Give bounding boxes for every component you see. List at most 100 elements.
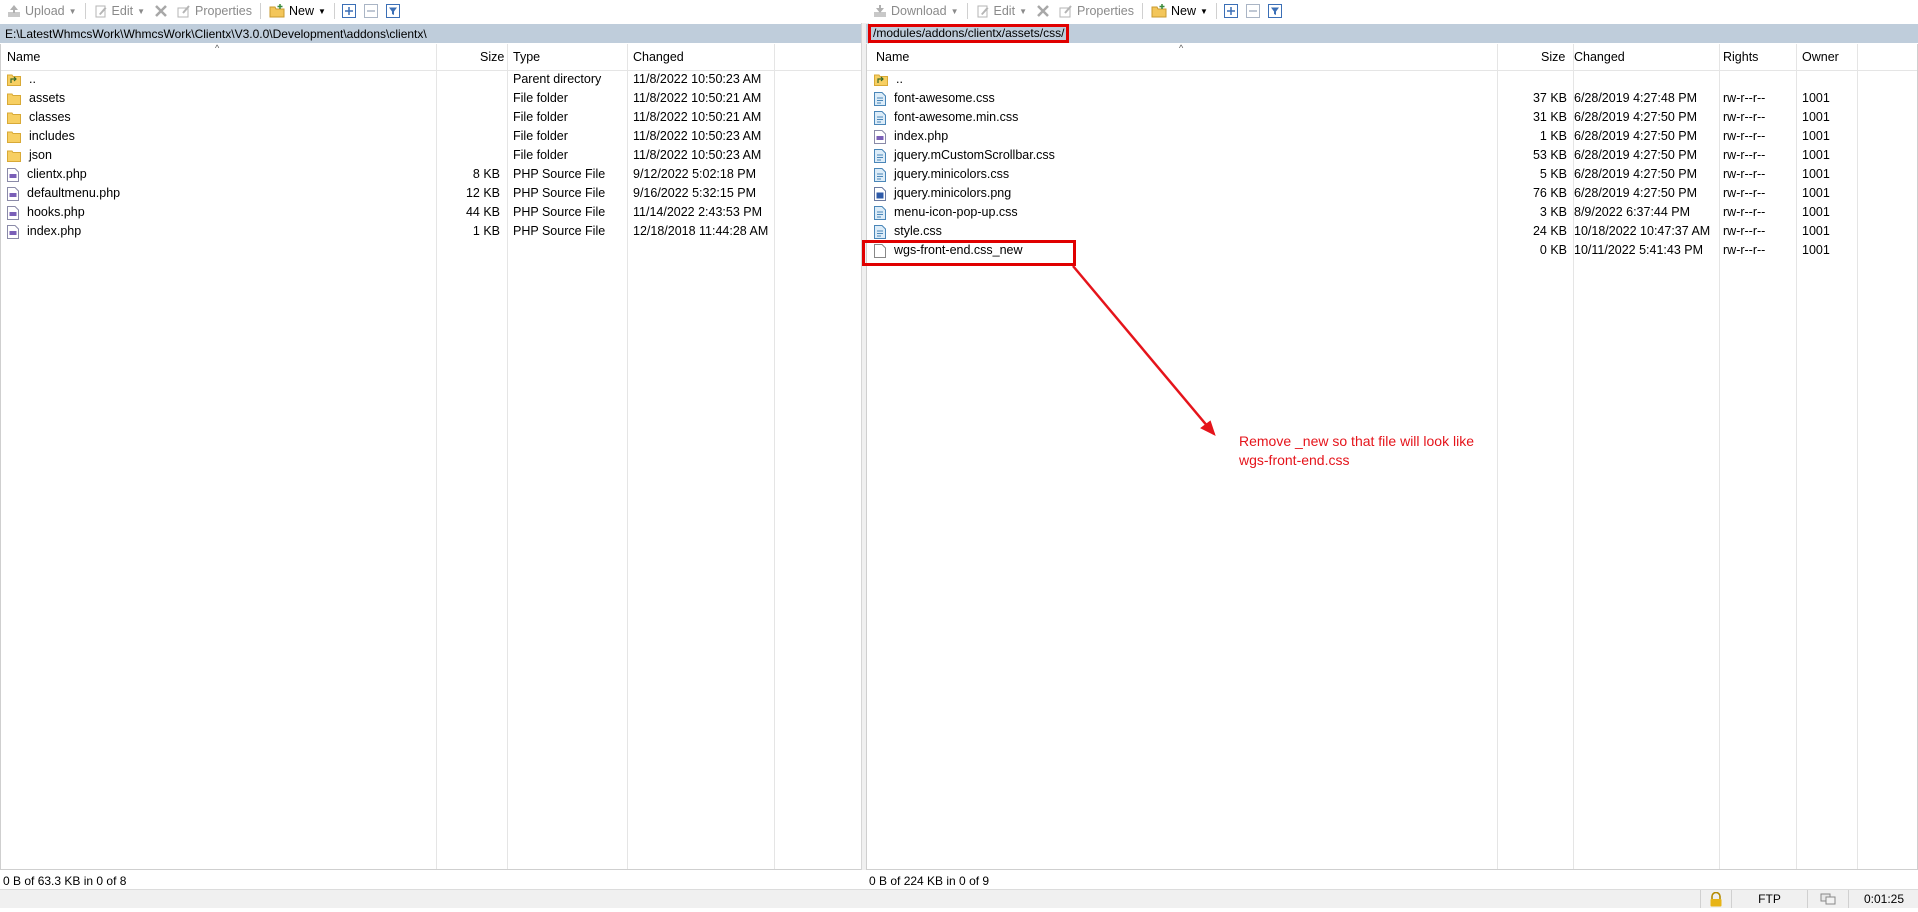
download-button[interactable]: Download ▼ xyxy=(868,1,964,21)
remote-status: 0 B of 224 KB in 0 of 9 xyxy=(866,872,1918,890)
local-path-bar[interactable]: E:\LatestWhmcsWork\WhmcsWork\Clientx\V3.… xyxy=(0,24,864,43)
table-row[interactable]: menu-icon-pop-up.css 3 KB 8/9/2022 6:37:44… xyxy=(867,203,1917,222)
table-row[interactable]: defaultmenu.php 12 KB PHP Source File 9/16/… xyxy=(1,184,863,203)
file-changed-cell: 9/12/2022 5:02:18 PM xyxy=(633,167,757,181)
table-row[interactable]: assets File folder 11/8/2022 10:50:21 AM xyxy=(1,89,863,108)
protocol-indicator: FTP xyxy=(1731,890,1807,908)
select-files-button[interactable] xyxy=(339,1,359,21)
file-changed-cell: 8/9/2022 6:37:44 PM xyxy=(1574,205,1691,219)
table-row[interactable]: index.php 1 KB 6/28/2019 4:27:50 PM rw-r--r… xyxy=(867,127,1917,146)
file-rights-cell: rw-r--r-- xyxy=(1723,91,1766,105)
file-name-cell: index.php xyxy=(874,127,948,146)
file-name: menu-icon-pop-up.css xyxy=(894,205,1018,219)
file-changed-cell: 6/28/2019 4:27:48 PM xyxy=(1574,91,1698,105)
file-size-cell: 31 KB xyxy=(1532,110,1567,124)
table-row[interactable]: .. Parent directory 11/8/2022 10:50:23 AM xyxy=(1,70,863,89)
upload-button[interactable]: Upload ▼ xyxy=(2,1,82,21)
remote-rows: .. font-awesome.css 37 KB 6/28/2019 4:27:48… xyxy=(867,70,1917,260)
toolbar-separator xyxy=(260,3,261,19)
new-button[interactable]: New ▼ xyxy=(264,1,331,21)
column-header-size[interactable]: Size xyxy=(480,50,504,64)
delete-button[interactable] xyxy=(151,1,171,21)
local-status: 0 B of 63.3 KB in 0 of 8 xyxy=(0,872,864,890)
lock-icon xyxy=(1700,890,1731,908)
edit-icon xyxy=(977,5,989,18)
file-rights-cell: rw-r--r-- xyxy=(1723,167,1766,181)
file-size-cell: 1 KB xyxy=(472,224,500,238)
edit-button[interactable]: Edit ▼ xyxy=(971,1,1032,21)
local-path[interactable]: E:\LatestWhmcsWork\WhmcsWork\Clientx\V3.… xyxy=(5,27,427,41)
file-changed-cell: 6/28/2019 4:27:50 PM xyxy=(1574,110,1698,124)
table-row[interactable]: font-awesome.min.css 31 KB 6/28/2019 4:27:… xyxy=(867,108,1917,127)
table-row[interactable]: jquery.minicolors.css 5 KB 6/28/2019 4:27:… xyxy=(867,165,1917,184)
file-size-cell: 44 KB xyxy=(465,205,500,219)
filter-button[interactable] xyxy=(383,1,403,21)
table-row[interactable]: json File folder 11/8/2022 10:50:23 AM xyxy=(1,146,863,165)
file-changed-cell: 11/8/2022 10:50:21 AM xyxy=(633,91,762,105)
file-name: jquery.mCustomScrollbar.css xyxy=(894,148,1055,162)
remote-path-bar[interactable]: /modules/addons/clientx/assets/css/ xyxy=(866,24,1918,43)
file-name-cell: classes xyxy=(7,108,71,127)
column-header-size[interactable]: Size xyxy=(1541,50,1565,64)
chevron-down-icon: ▼ xyxy=(137,6,146,16)
file-changed-cell: 9/16/2022 5:32:15 PM xyxy=(633,186,757,200)
table-row[interactable]: jquery.mCustomScrollbar.css 53 KB 6/28/201… xyxy=(867,146,1917,165)
properties-button[interactable]: Properties xyxy=(172,1,257,21)
php-file-icon xyxy=(7,186,23,201)
table-row[interactable]: clientx.php 8 KB PHP Source File 9/12/2022 … xyxy=(1,165,863,184)
delete-button[interactable] xyxy=(1033,1,1053,21)
filter-button[interactable] xyxy=(1265,1,1285,21)
file-size-cell: 53 KB xyxy=(1532,148,1567,162)
column-header-changed[interactable]: Changed xyxy=(633,50,684,64)
column-header-changed[interactable]: Changed xyxy=(1574,50,1625,64)
file-name: jquery.minicolors.css xyxy=(894,167,1010,181)
table-row[interactable]: classes File folder 11/8/2022 10:50:21 AM xyxy=(1,108,863,127)
css-file-icon xyxy=(874,167,890,182)
table-row[interactable]: font-awesome.css 37 KB 6/28/2019 4:27:48 P… xyxy=(867,89,1917,108)
unselect-files-button[interactable] xyxy=(1243,1,1263,21)
filter-icon xyxy=(385,4,400,18)
unselect-files-button[interactable] xyxy=(361,1,381,21)
file-type-cell: PHP Source File xyxy=(513,205,606,219)
table-row[interactable]: style.css 24 KB 10/18/2022 10:47:37 AM rw-r… xyxy=(867,222,1917,241)
toolbar-separator xyxy=(84,3,86,19)
table-row[interactable]: includes File folder 11/8/2022 10:50:23 AM xyxy=(1,127,863,146)
file-owner-cell: 1001 xyxy=(1802,243,1830,257)
select-files-button[interactable] xyxy=(1221,1,1241,21)
local-file-list[interactable]: ^ Name Size Type Changed .. Parent direct… xyxy=(0,44,864,870)
properties-button[interactable]: Properties xyxy=(1054,1,1139,21)
php-file-icon xyxy=(874,129,890,144)
table-row[interactable]: index.php 1 KB PHP Source File 12/18/2018 1… xyxy=(1,222,863,241)
column-header-rights[interactable]: Rights xyxy=(1723,50,1758,64)
chevron-down-icon: ▼ xyxy=(1199,6,1208,16)
file-name-cell: json xyxy=(7,146,52,165)
column-header-owner[interactable]: Owner xyxy=(1802,50,1839,64)
file-owner-cell: 1001 xyxy=(1802,167,1830,181)
local-pane: Upload ▼ Edit ▼ Properties New ▼ E:\Late… xyxy=(0,0,864,908)
edit-button[interactable]: Edit ▼ xyxy=(89,1,150,21)
table-row[interactable]: jquery.minicolors.png 76 KB 6/28/2019 4:27… xyxy=(867,184,1917,203)
column-header-name[interactable]: Name xyxy=(876,50,909,64)
file-name-cell: clientx.php xyxy=(7,165,87,184)
file-type-cell: File folder xyxy=(513,129,568,143)
php-file-icon xyxy=(7,167,23,182)
file-size-cell: 0 KB xyxy=(1539,243,1567,257)
new-button[interactable]: New ▼ xyxy=(1146,1,1213,21)
php-file-icon xyxy=(7,224,23,239)
file-name-cell: hooks.php xyxy=(7,203,85,222)
file-name-cell: jquery.mCustomScrollbar.css xyxy=(874,146,1055,165)
file-size-cell: 37 KB xyxy=(1532,91,1567,105)
file-name-cell: font-awesome.css xyxy=(874,89,995,108)
chevron-down-icon: ▼ xyxy=(950,6,959,16)
file-owner-cell: 1001 xyxy=(1802,186,1830,200)
table-row[interactable]: hooks.php 44 KB PHP Source File 11/14/2022 … xyxy=(1,203,863,222)
local-rows: .. Parent directory 11/8/2022 10:50:23 AM a… xyxy=(1,70,863,241)
table-row[interactable]: .. xyxy=(867,70,1917,89)
file-changed-cell: 6/28/2019 4:27:50 PM xyxy=(1574,148,1698,162)
file-name: json xyxy=(29,148,52,162)
chevron-down-icon: ▼ xyxy=(68,6,77,16)
remote-path[interactable]: /modules/addons/clientx/assets/css/ xyxy=(868,24,1070,43)
column-header-name[interactable]: Name xyxy=(7,50,40,64)
network-status-icon xyxy=(1807,890,1848,908)
column-header-type[interactable]: Type xyxy=(513,50,540,64)
